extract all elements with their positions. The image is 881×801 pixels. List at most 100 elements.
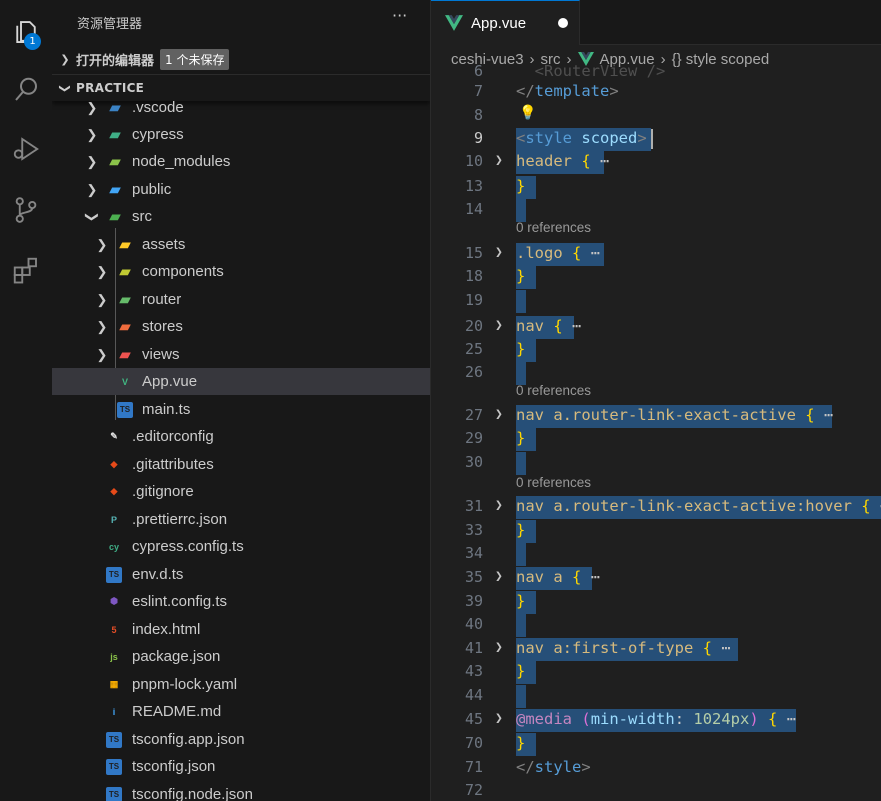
tree-item[interactable]: ❯ ▰ .vscode [52, 94, 430, 121]
tree-item[interactable]: ❯ ▰ src [52, 203, 430, 230]
more-actions-button[interactable]: ··· [392, 6, 407, 25]
selection-highlight [516, 614, 526, 637]
search-icon[interactable] [0, 66, 52, 114]
explorer-sidebar: 资源管理器 ··· ❯ 打开的编辑器 1 个未保存 ❯ PRACTICE ❯ ▰.… [52, 0, 431, 801]
pnpm-icon: ▦ [109, 679, 119, 689]
chevron-down-icon: ❯ [58, 83, 72, 93]
tree-item[interactable]: V App.vue [52, 368, 430, 395]
chevron-right-icon: ❯ [96, 291, 108, 307]
line-number: 20 [464, 317, 483, 335]
line-number: 25 [464, 340, 483, 358]
fold-chevron-icon[interactable]: ❯ [495, 318, 503, 333]
sidebar-title: 资源管理器 [77, 17, 143, 32]
code-lens-references[interactable]: 0 references [516, 383, 591, 398]
html-icon: 5 [111, 624, 117, 635]
code-line: <RouterView /> [516, 62, 666, 80]
code-line: } [516, 177, 526, 195]
activity-bar: 1 [0, 0, 53, 801]
tree-item-label: tsconfig.node.json [132, 786, 253, 801]
tsconfig-icon: TS [106, 758, 122, 775]
selection-highlight [516, 543, 526, 566]
tree-item[interactable]: TS env.d.ts [52, 561, 430, 588]
folder-icon: ▰ [109, 153, 121, 169]
fold-chevron-icon[interactable]: ❯ [495, 711, 503, 726]
line-number: 6 [473, 62, 483, 80]
tab-label: App.vue [471, 14, 527, 32]
tree-item-label: .gitattributes [132, 456, 214, 473]
unsaved-dot-icon[interactable] [558, 18, 568, 28]
code-line: } [516, 592, 526, 610]
line-number: 30 [464, 453, 483, 471]
folder-icon: ▰ [109, 99, 121, 115]
tree-item[interactable]: js package.json [52, 643, 430, 670]
breadcrumb-item[interactable]: {} style scoped [672, 51, 770, 68]
git-icon: ◆ [110, 486, 118, 496]
fold-chevron-icon[interactable]: ❯ [495, 153, 503, 168]
tree-item[interactable]: ◆ .gitignore [52, 478, 430, 505]
text-cursor [651, 129, 653, 149]
code-line: nav { ⋯ [516, 317, 582, 335]
eslint-icon: ⬢ [110, 596, 118, 606]
tree-item[interactable]: TS tsconfig.app.json [52, 726, 430, 753]
tree-item[interactable]: TS main.ts [52, 396, 430, 423]
tree-item[interactable]: cy cypress.config.ts [52, 533, 430, 560]
tree-item[interactable]: 5 index.html [52, 616, 430, 643]
line-number: 18 [464, 267, 483, 285]
line-number: 10 [464, 152, 483, 170]
code-lens-references[interactable]: 0 references [516, 220, 591, 235]
code-editor[interactable]: 0 references 0 references 0 references 6 <R… [431, 62, 881, 801]
tree-item[interactable]: ▦ pnpm-lock.yaml [52, 671, 430, 698]
line-number: 70 [464, 734, 483, 752]
tree-item[interactable]: ❯ ▰ public [52, 176, 430, 203]
code-line: .logo { ⋯ [516, 244, 601, 262]
tree-item[interactable]: ◆ .gitattributes [52, 451, 430, 478]
tree-item-label: main.ts [142, 401, 191, 418]
line-number: 43 [464, 662, 483, 680]
fold-chevron-icon[interactable]: ❯ [495, 245, 503, 260]
run-debug-icon[interactable] [0, 125, 52, 173]
tree-item[interactable]: TS tsconfig.json [52, 753, 430, 780]
tree-item[interactable]: i README.md [52, 698, 430, 725]
selection-highlight [516, 290, 526, 313]
editorconfig-icon: ✎ [110, 431, 118, 441]
lightbulb-icon[interactable]: 💡 [519, 105, 536, 121]
selection-highlight [516, 199, 526, 222]
tree-item[interactable]: ❯ ▰ stores [52, 313, 430, 340]
source-control-icon[interactable] [0, 186, 52, 234]
cypress-icon: cy [108, 541, 119, 552]
tab-app-vue[interactable]: App.vue [431, 0, 580, 45]
tree-item[interactable]: ✎ .editorconfig [52, 423, 430, 450]
line-number: 35 [464, 568, 483, 586]
folder-open-icon: ▰ [109, 208, 121, 224]
tree-item[interactable]: ❯ ▰ router [52, 286, 430, 313]
extensions-icon[interactable] [0, 246, 52, 294]
code-lens-references[interactable]: 0 references [516, 475, 591, 490]
chevron-right-icon: ❯ [86, 99, 98, 115]
tree-item[interactable]: TS tsconfig.node.json [52, 781, 430, 801]
tsconfig-icon: TS [106, 786, 122, 801]
folder-icon: ▰ [119, 346, 131, 362]
fold-chevron-icon[interactable]: ❯ [495, 640, 503, 655]
folder-icon: ▰ [109, 181, 121, 197]
tree-item-label: components [142, 263, 224, 280]
tree-item[interactable]: ⬢ eslint.config.ts [52, 588, 430, 615]
fold-chevron-icon[interactable]: ❯ [495, 569, 503, 584]
folder-label: PRACTICE [76, 81, 145, 95]
fold-chevron-icon[interactable]: ❯ [495, 407, 503, 422]
selection-highlight [516, 452, 526, 475]
fold-chevron-icon[interactable]: ❯ [495, 498, 503, 513]
explorer-icon[interactable] [0, 8, 52, 56]
tree-item[interactable]: ❯ ▰ node_modules [52, 148, 430, 175]
tree-item[interactable]: P .prettierrc.json [52, 506, 430, 533]
folder-icon: ▰ [109, 126, 121, 142]
line-number: 33 [464, 521, 483, 539]
info-icon: i [112, 706, 116, 717]
line-number: 34 [464, 544, 483, 562]
open-editors-section[interactable]: ❯ 打开的编辑器 1 个未保存 [52, 46, 430, 72]
tree-item[interactable]: ❯ ▰ views [52, 341, 430, 368]
selection-highlight [516, 362, 526, 385]
tree-item[interactable]: ❯ ▰ assets [52, 231, 430, 258]
tree-item[interactable]: ❯ ▰ components [52, 258, 430, 285]
tree-item[interactable]: ❯ ▰ cypress [52, 121, 430, 148]
tree-item-label: src [132, 208, 152, 225]
